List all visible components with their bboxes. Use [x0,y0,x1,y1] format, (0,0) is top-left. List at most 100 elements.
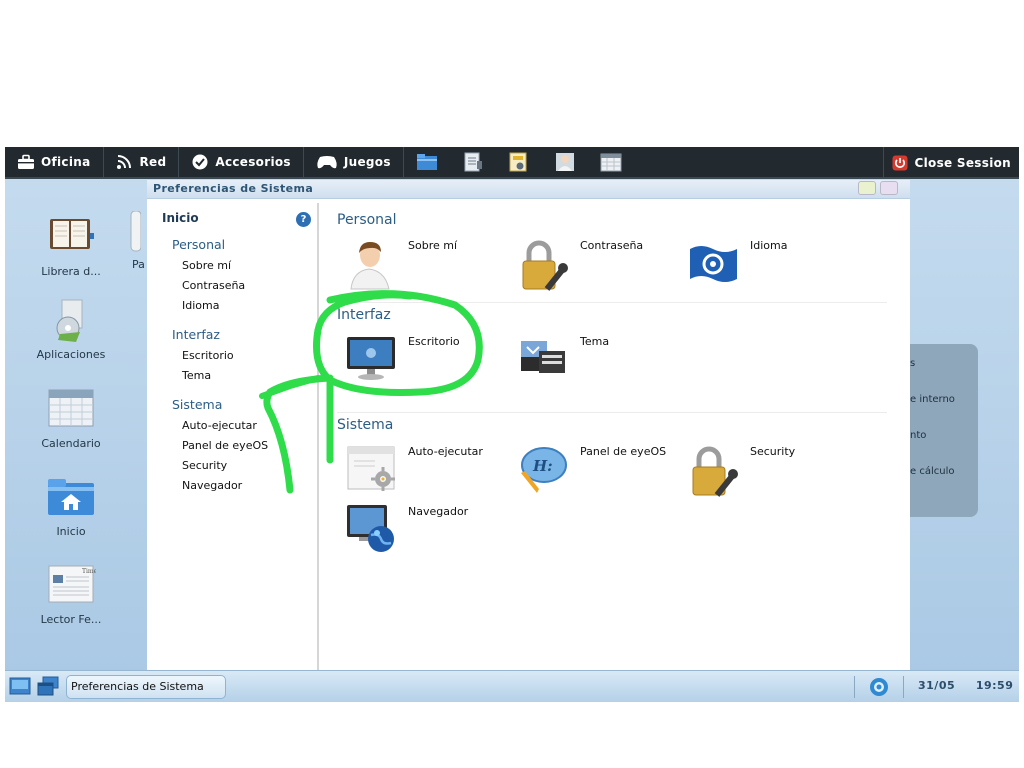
windows-icon[interactable] [37,676,59,696]
briefcase-icon [17,154,35,170]
eyeos-panel-icon: H: [517,443,571,497]
monitor-icon [345,333,399,387]
pref-item-label: Idioma [750,239,788,252]
menu-oficina-label: Oficina [41,155,91,169]
checkmark-icon [191,154,209,170]
preferences-main-panel: Personal Sobre mí Contraseña Idioma Inte… [321,203,910,672]
desktop-icon-label: Calendario [41,437,101,450]
sidebar-home-link[interactable]: Inicio [162,211,199,225]
panel-item[interactable]: nto [910,430,926,441]
partial-desktop-icon[interactable]: Pa [127,210,147,271]
sidebar-item-escritorio[interactable]: Escritorio [182,349,234,362]
preferences-sidebar: Inicio ? Personal Sobre mí Contraseña Id… [147,203,319,672]
taskbar-divider [903,676,904,698]
browser-globe-icon [345,503,399,557]
folder-icon[interactable] [416,152,438,172]
flag-icon [687,237,741,291]
pref-item-label: Navegador [408,505,469,518]
pref-item-idioma[interactable]: Idioma [687,237,847,297]
user-icon[interactable] [554,152,576,172]
panel-item[interactable]: e interno [910,394,955,405]
window-title: Preferencias de Sistema [153,182,314,195]
pref-item-tema[interactable]: Tema [517,333,677,393]
desktop-icon-label: Inicio [56,525,86,538]
menu-red-label: Red [139,155,167,169]
padlock-key-icon [517,237,571,291]
sidebar-category-personal[interactable]: Personal [172,237,225,252]
section-divider [337,412,887,413]
pref-item-label: Escritorio [408,335,460,348]
sidebar-category-sistema[interactable]: Sistema [172,397,222,412]
sidebar-item-security[interactable]: Security [182,459,227,472]
menu-oficina[interactable]: Oficina [5,147,104,178]
panel-item[interactable]: e cálculo [910,466,954,477]
gamepad-icon [316,154,338,170]
desktop-icon-lector[interactable]: Times Lector Fe... [21,563,121,626]
window-titlebar[interactable]: Preferencias de Sistema [147,180,910,199]
section-title-sistema: Sistema [337,417,394,433]
close-session-label: Close Session [914,156,1011,170]
pref-item-auto-ejecutar[interactable]: Auto-ejecutar [345,443,505,503]
pref-item-contrasena[interactable]: Contraseña [517,237,677,297]
desktop-icon-calendario[interactable]: Calendario [21,387,121,450]
sidebar-item-idioma[interactable]: Idioma [182,299,219,312]
book-icon [46,215,96,259]
pref-item-security[interactable]: Security [687,443,847,503]
pref-item-label: Panel de eyeOS [580,445,667,458]
sidebar-item-auto-ejecutar[interactable]: Auto-ejecutar [182,419,257,432]
pref-item-label: Sobre mí [408,239,458,252]
calendar-icon [46,387,96,431]
clock-time: 19:59 [975,679,1014,692]
pref-item-panel-eyeos[interactable]: H: Panel de eyeOS [517,443,677,503]
desktop-icon-inicio[interactable]: Inicio [21,475,121,538]
document-icon[interactable] [462,152,484,172]
section-divider [337,302,887,303]
desktop-icon-label: Aplicaciones [36,348,106,361]
taskbar-window-label: Preferencias de Sistema [71,680,204,693]
menu-accesorios-label: Accesorios [215,155,291,169]
minimize-button[interactable] [858,181,876,195]
close-button[interactable] [880,181,898,195]
pref-item-label: Contraseña [580,239,644,252]
pref-item-sobre-mi[interactable]: Sobre mí [345,237,505,297]
pref-item-escritorio[interactable]: Escritorio [345,333,505,393]
home-folder-icon [46,475,96,519]
clock-date: 31/05 [918,679,956,692]
panel-item[interactable]: s [910,358,915,369]
user-avatar-icon [345,237,399,291]
desktop-icon-librera[interactable]: Librera d... [21,215,121,278]
preferences-window: Preferencias de Sistema Inicio ? Persona… [147,180,910,672]
pref-item-label: Security [750,445,796,458]
rss-icon [116,154,134,170]
menu-red[interactable]: Red [104,147,180,178]
section-title-personal: Personal [337,212,397,228]
partial-desktop-icon-label: Pa [132,258,145,271]
sidebar-category-interfaz[interactable]: Interfaz [172,327,220,342]
sidebar-item-navegador[interactable]: Navegador [182,479,242,492]
pref-item-label: Tema [580,335,610,348]
sidebar-item-panel-eyeos[interactable]: Panel de eyeOS [182,439,268,452]
taskbar-window-button[interactable]: Preferencias de Sistema [66,675,226,699]
newspaper-icon: Times [46,563,100,607]
desktop-icon-aplicaciones[interactable]: Aplicaciones [21,298,121,361]
show-desktop-icon[interactable] [9,676,31,696]
top-menu-bar: Oficina Red Accesorios Juegos Close Sess… [5,147,1019,179]
sidebar-item-tema[interactable]: Tema [182,369,211,382]
pref-item-navegador[interactable]: Navegador [345,503,505,563]
svg-text:H:: H: [532,457,553,475]
padlock-key-icon [687,443,741,497]
id-card-icon[interactable] [508,152,530,172]
menu-juegos[interactable]: Juegos [304,147,404,178]
eyeos-icon[interactable] [869,677,889,697]
help-icon[interactable]: ? [296,212,311,227]
menu-accesorios[interactable]: Accesorios [179,147,304,178]
taskbar: Preferencias de Sistema 31/05 19:59 [5,670,1019,702]
clock[interactable]: 31/05 19:59 [918,679,1013,692]
close-session-button[interactable]: Close Session [882,147,1020,179]
applications-icon [46,298,96,342]
theme-icon [517,333,571,387]
desktop-icon-label: Lector Fe... [40,613,102,626]
sidebar-item-sobre-mi[interactable]: Sobre mí [182,259,231,272]
sidebar-item-contrasena[interactable]: Contraseña [182,279,245,292]
calendar-icon[interactable] [600,152,622,172]
